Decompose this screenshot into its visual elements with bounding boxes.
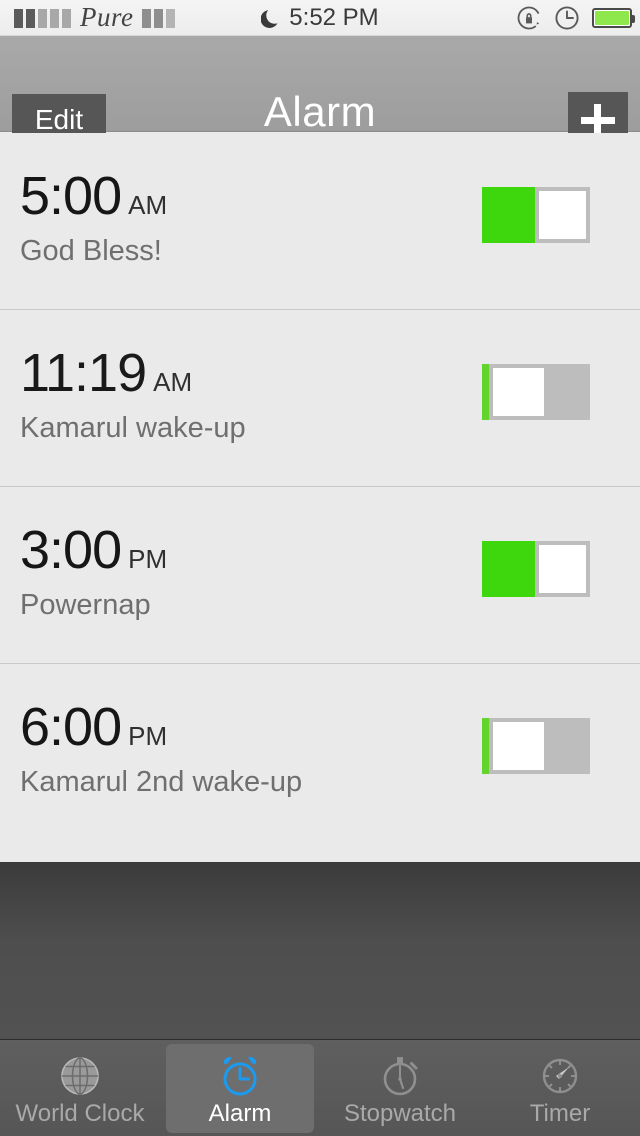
toggle-knob xyxy=(493,368,544,416)
tab-label-world-clock: World Clock xyxy=(15,1099,145,1127)
crescent-moon-icon xyxy=(260,7,283,29)
toggle-track-on xyxy=(482,187,536,243)
tab-world-clock[interactable]: World Clock xyxy=(0,1040,160,1136)
alarm-time-meridiem: PM xyxy=(128,721,168,751)
alarm-time-value: 5:00 xyxy=(20,166,122,226)
alarm-row-text: 11:19 AM Kamarul wake-up xyxy=(20,346,246,445)
alarm-toggle[interactable] xyxy=(482,364,590,420)
navigation-bar: Edit Alarm xyxy=(0,36,640,148)
tab-timer[interactable]: Timer xyxy=(480,1040,640,1136)
alarm-row-text: 3:00 PM Powernap xyxy=(20,523,167,622)
alarm-row[interactable]: 11:19 AM Kamarul wake-up xyxy=(0,310,640,487)
alarm-time-value: 11:19 xyxy=(20,343,147,403)
alarm-label: Powernap xyxy=(20,589,151,621)
tab-bar: World Clock Alarm Stopwatch Timer xyxy=(0,1039,640,1136)
alarm-time: 6:00 PM xyxy=(20,700,302,754)
tab-alarm[interactable]: Alarm xyxy=(160,1040,320,1136)
timer-gauge-icon xyxy=(535,1051,585,1101)
stopwatch-icon xyxy=(375,1051,425,1101)
alarm-time: 5:00 AM xyxy=(20,169,167,223)
clock-app-screen: Pure 5:52 PM Edit Alarm 5:00 AM God Bles… xyxy=(0,0,640,1136)
alarm-time-meridiem: AM xyxy=(153,367,193,397)
clock-icon xyxy=(554,5,580,31)
alarm-time: 11:19 AM xyxy=(20,346,246,400)
tab-label-stopwatch: Stopwatch xyxy=(343,1099,457,1127)
alarm-time-value: 6:00 xyxy=(20,697,122,757)
globe-icon xyxy=(55,1051,105,1101)
alarm-toggle[interactable] xyxy=(482,541,590,597)
toggle-accent-sliver xyxy=(482,718,489,774)
alarm-clock-icon xyxy=(215,1051,265,1101)
alarm-row-text: 6:00 PM Kamarul 2nd wake-up xyxy=(20,700,302,799)
alarm-row[interactable]: 6:00 PM Kamarul 2nd wake-up xyxy=(0,664,640,841)
page-title: Alarm xyxy=(263,88,377,135)
toggle-knob xyxy=(535,541,590,597)
empty-list-background xyxy=(0,862,640,1039)
alarm-label: God Bless! xyxy=(20,235,162,267)
alarm-toggle[interactable] xyxy=(482,187,590,243)
status-bar-clock: 5:52 PM xyxy=(289,4,379,31)
battery-icon xyxy=(592,8,635,28)
alarm-list[interactable]: 5:00 AM God Bless! 11:19 AM Kamarul wake… xyxy=(0,133,640,862)
alarm-row[interactable]: 3:00 PM Powernap xyxy=(0,487,640,664)
toggle-track-on xyxy=(482,541,536,597)
toggle-knob xyxy=(493,722,544,770)
toggle-accent-sliver xyxy=(482,364,489,420)
tab-label-alarm: Alarm xyxy=(208,1099,272,1127)
alarm-time-meridiem: AM xyxy=(128,190,168,220)
alarm-row[interactable]: 5:00 AM God Bless! xyxy=(0,133,640,310)
alarm-label: Kamarul wake-up xyxy=(20,412,246,444)
alarm-time: 3:00 PM xyxy=(20,523,167,577)
toggle-knob xyxy=(535,187,590,243)
status-bar-right xyxy=(516,0,635,36)
alarm-toggle[interactable] xyxy=(482,718,590,774)
status-bar: Pure 5:52 PM xyxy=(0,0,640,36)
tab-label-timer: Timer xyxy=(529,1099,591,1127)
alarm-label: Kamarul 2nd wake-up xyxy=(20,766,303,798)
alarm-time-value: 3:00 xyxy=(20,520,122,580)
alarm-time-meridiem: PM xyxy=(128,544,168,574)
tab-stopwatch[interactable]: Stopwatch xyxy=(320,1040,480,1136)
rotation-lock-icon xyxy=(516,5,542,31)
alarm-row-text: 5:00 AM God Bless! xyxy=(20,169,167,268)
